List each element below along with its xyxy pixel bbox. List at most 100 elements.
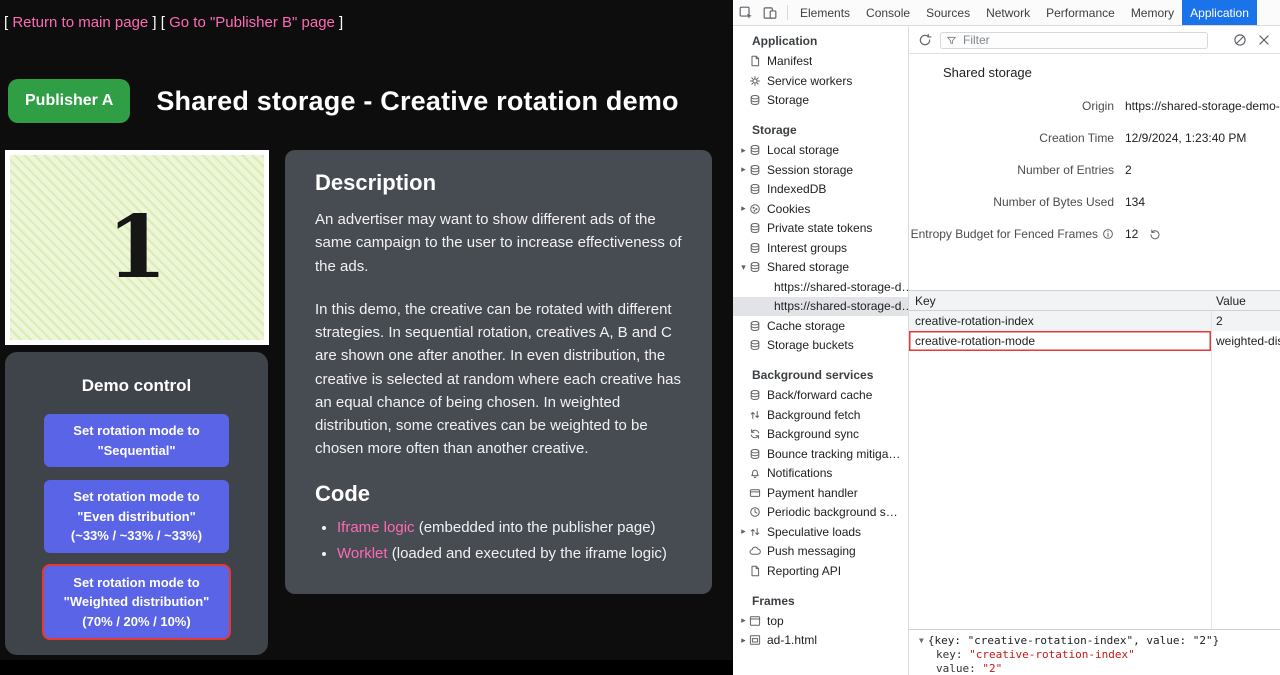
devtools-tabbar: ElementsConsoleSourcesNetworkPerformance… <box>733 0 1280 26</box>
devtools-toolbar-icons <box>733 0 783 25</box>
description-paragraph: An advertiser may want to show different… <box>315 208 682 278</box>
preview-summary-text: {key: "creative-rotation-index", value: … <box>928 634 1219 647</box>
tree-arrow-icon: ▸ <box>738 145 749 156</box>
tree-item-reporting-api[interactable]: Reporting API <box>733 561 908 581</box>
nav-link-return-to-main-page[interactable]: Return to main page <box>12 14 148 31</box>
tree-item-top[interactable]: ▸top <box>733 611 908 631</box>
tree-item-push-messaging[interactable]: Push messaging <box>733 542 908 562</box>
code-list: Iframe logic (embedded into the publishe… <box>315 517 682 566</box>
tab-network[interactable]: Network <box>978 0 1038 25</box>
refresh-icon[interactable] <box>918 33 932 47</box>
detail-toolbar <box>909 27 1280 54</box>
close-icon[interactable] <box>1257 33 1271 47</box>
description-heading: Description <box>315 170 682 196</box>
description-panel: Description An advertiser may want to sh… <box>285 150 712 594</box>
reset-icon[interactable] <box>1149 228 1161 240</box>
db-icon <box>749 339 761 351</box>
nav-links: [ Return to main page ] [ Go to "Publish… <box>4 14 343 31</box>
column-header-value[interactable]: Value <box>1211 291 1280 310</box>
tree-item-local-storage[interactable]: ▸Local storage <box>733 141 908 161</box>
tree-item-private-state-tokens[interactable]: Private state tokens <box>733 219 908 239</box>
tree-item-background-sync[interactable]: Background sync <box>733 425 908 445</box>
panel-title: Shared storage <box>909 54 1280 90</box>
meta-value-text: https://shared-storage-demo-co <box>1125 99 1280 113</box>
code-link-worklet[interactable]: Worklet <box>337 545 388 562</box>
tree-arrow-icon: ▸ <box>738 615 749 626</box>
table-row-creative-rotation-mode[interactable]: creative-rotation-modeweighted-dist <box>909 331 1280 351</box>
tree-item-payment-handler[interactable]: Payment handler <box>733 483 908 503</box>
tab-sources[interactable]: Sources <box>918 0 978 25</box>
tree-item-notifications[interactable]: Notifications <box>733 464 908 484</box>
code-link-iframe-logic[interactable]: Iframe logic <box>337 519 415 536</box>
header-row: Publisher A Shared storage - Creative ro… <box>8 79 679 123</box>
tree-section-background-services: Background servicesBack/forward cacheBac… <box>733 366 908 581</box>
tree-item-storage[interactable]: Storage <box>733 91 908 111</box>
tree-section-frames: Frames▸top▸ad-1.html <box>733 592 908 651</box>
column-divider[interactable] <box>1211 311 1212 629</box>
tree-section-storage: Storage▸Local storage▸Session storageInd… <box>733 121 908 355</box>
meta-label: Creation Time <box>909 131 1114 145</box>
clear-all-icon[interactable] <box>1233 33 1247 47</box>
db-icon <box>749 448 761 460</box>
tree-item-shared-storage[interactable]: ▾Shared storage <box>733 258 908 278</box>
meta-row-creation-time: Creation Time 12/9/2024, 1:23:40 PM <box>909 122 1280 154</box>
tree-item-background-fetch[interactable]: Background fetch <box>733 405 908 425</box>
tab-console[interactable]: Console <box>858 0 918 25</box>
tree-item-session-storage[interactable]: ▸Session storage <box>733 160 908 180</box>
item-preview-pane: ▼{key: "creative-rotation-index", value:… <box>909 629 1280 675</box>
nav-link-go-to-publisher-b-page[interactable]: Go to "Publisher B" page <box>169 14 335 31</box>
tree-arrow-icon: ▸ <box>738 203 749 214</box>
db-icon <box>749 320 761 332</box>
tree-item-ad-1-html[interactable]: ▸ad-1.html <box>733 631 908 651</box>
tree-item-storage-buckets[interactable]: Storage buckets <box>733 336 908 356</box>
tree-arrow-icon: ▾ <box>738 262 749 273</box>
tree-item-service-workers[interactable]: Service workers <box>733 71 908 91</box>
db-icon <box>749 94 761 106</box>
bell-icon <box>749 467 761 479</box>
tree-item-back-forward-cache[interactable]: Back/forward cache <box>733 386 908 406</box>
tab-performance[interactable]: Performance <box>1038 0 1123 25</box>
tab-elements[interactable]: Elements <box>792 0 858 25</box>
filter-input[interactable] <box>961 32 1202 48</box>
demo-buttons: Set rotation mode to"Sequential" Set rota… <box>44 414 229 638</box>
info-icon[interactable] <box>1102 228 1114 240</box>
meta-label-text: Entropy Budget for Fenced Frames <box>911 227 1098 241</box>
column-header-key[interactable]: Key <box>909 291 1211 310</box>
device-toolbar-icon[interactable] <box>763 6 777 20</box>
db-icon <box>749 183 761 195</box>
tree-section-title: Background services <box>733 366 908 386</box>
set-rotation-sequential-button[interactable]: Set rotation mode to"Sequential" <box>44 414 229 467</box>
preview-summary[interactable]: ▼{key: "creative-rotation-index", value:… <box>919 634 1274 648</box>
meta-label: Entropy Budget for Fenced Frames <box>909 227 1114 241</box>
tree-item-indexeddb[interactable]: IndexedDB <box>733 180 908 200</box>
table-row-creative-rotation-index[interactable]: creative-rotation-index2 <box>909 311 1280 331</box>
tab-memory[interactable]: Memory <box>1123 0 1182 25</box>
tree-item-cache-storage[interactable]: Cache storage <box>733 316 908 336</box>
tab-application[interactable]: Application <box>1182 0 1257 25</box>
toolbar-right-icons <box>1233 33 1271 47</box>
updown-icon <box>749 526 761 538</box>
tree-item-https-shared-storage-d[interactable]: https://shared-storage-d… <box>733 277 908 297</box>
tree-item-manifest[interactable]: Manifest <box>733 52 908 72</box>
tree-item-periodic-background-s[interactable]: Periodic background s… <box>733 503 908 523</box>
tree-item-https-shared-storage-d[interactable]: https://shared-storage-d… <box>733 297 908 317</box>
divider <box>787 5 788 20</box>
inspect-element-icon[interactable] <box>739 6 753 20</box>
tree-item-interest-groups[interactable]: Interest groups <box>733 238 908 258</box>
tree-item-bounce-tracking-mitiga[interactable]: Bounce tracking mitiga… <box>733 444 908 464</box>
meta-row-number-of-bytes-used: Number of Bytes Used134 <box>909 186 1280 218</box>
filter-funnel-icon <box>946 35 957 46</box>
card-icon <box>749 487 761 499</box>
tree-item-speculative-loads[interactable]: ▸Speculative loads <box>733 522 908 542</box>
set-rotation-weighted-distribution-button[interactable]: Set rotation mode to"Weighted distributi… <box>44 566 229 639</box>
db-icon <box>749 389 761 401</box>
tree-item-cookies[interactable]: ▸Cookies <box>733 199 908 219</box>
meta-label-text: Creation Time <box>1039 131 1114 145</box>
meta-label-text: Origin <box>1082 99 1114 113</box>
creative-ad-frame[interactable]: 1 <box>5 150 269 345</box>
db-icon <box>749 242 761 254</box>
sync-icon <box>749 428 761 440</box>
set-rotation-even-distribution-button[interactable]: Set rotation mode to"Even distribution"(… <box>44 480 229 553</box>
table-cell-key: creative-rotation-index <box>909 311 1211 331</box>
meta-value-text: 12/9/2024, 1:23:40 PM <box>1125 131 1246 145</box>
